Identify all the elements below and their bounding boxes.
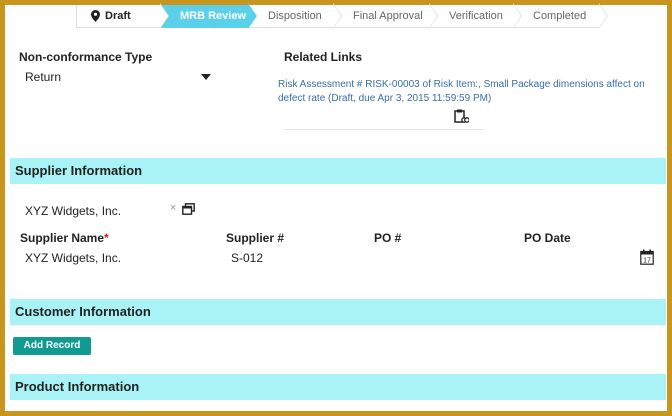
link-record-icon[interactable] [454, 109, 469, 124]
step-label: Final Approval [353, 9, 423, 22]
section-supplier-information: Supplier Information [10, 158, 666, 184]
divider [284, 129, 484, 130]
section-product-information: Product Information [10, 374, 666, 400]
supplier-name-cell: XYZ Widgets, Inc. [25, 251, 122, 265]
supplier-number-cell: S-012 [231, 251, 264, 265]
step-draft[interactable]: Draft [76, 3, 169, 29]
nonconformance-type-select[interactable]: Return [25, 70, 215, 84]
supplier-name-header-text: Supplier Name [20, 231, 105, 245]
step-disposition[interactable]: Disposition [248, 3, 342, 29]
add-record-button[interactable]: Add Record [13, 337, 91, 355]
step-verification[interactable]: Verification [429, 3, 522, 29]
related-link-risk-assessment[interactable]: Risk Assessment # RISK-00003 of Risk Ite… [278, 78, 650, 106]
step-label: MRB Review [180, 9, 247, 22]
step-final-approval[interactable]: Final Approval [333, 3, 438, 29]
po-date-field[interactable] [524, 251, 634, 265]
po-number-header: PO # [374, 231, 402, 245]
clear-icon[interactable]: × [170, 202, 176, 214]
workflow-steps: Draft MRB Review Disposition Final Appro… [76, 3, 608, 29]
nonconformance-type-label: Non-conformance Type [19, 50, 153, 64]
supplier-lookup-value[interactable]: XYZ Widgets, Inc. [25, 204, 121, 218]
related-links-label: Related Links [284, 50, 363, 64]
step-label: Draft [105, 9, 131, 22]
calendar-icon[interactable]: 17 [640, 249, 654, 265]
location-pin-icon [91, 9, 100, 22]
step-mrb-review[interactable]: MRB Review [160, 3, 257, 29]
supplier-name-header: Supplier Name* [20, 231, 109, 245]
step-label: Disposition [268, 9, 322, 22]
step-label: Completed [533, 9, 587, 22]
step-label: Verification [449, 9, 503, 22]
po-date-header: PO Date [524, 231, 571, 245]
step-completed[interactable]: Completed [513, 3, 608, 29]
po-number-field[interactable] [374, 251, 494, 265]
required-marker: * [104, 231, 109, 245]
supplier-number-header: Supplier # [226, 231, 285, 245]
open-window-icon[interactable] [182, 203, 195, 215]
section-customer-information: Customer Information [10, 299, 666, 325]
chevron-down-icon[interactable] [201, 74, 211, 80]
svg-text:17: 17 [643, 257, 651, 264]
